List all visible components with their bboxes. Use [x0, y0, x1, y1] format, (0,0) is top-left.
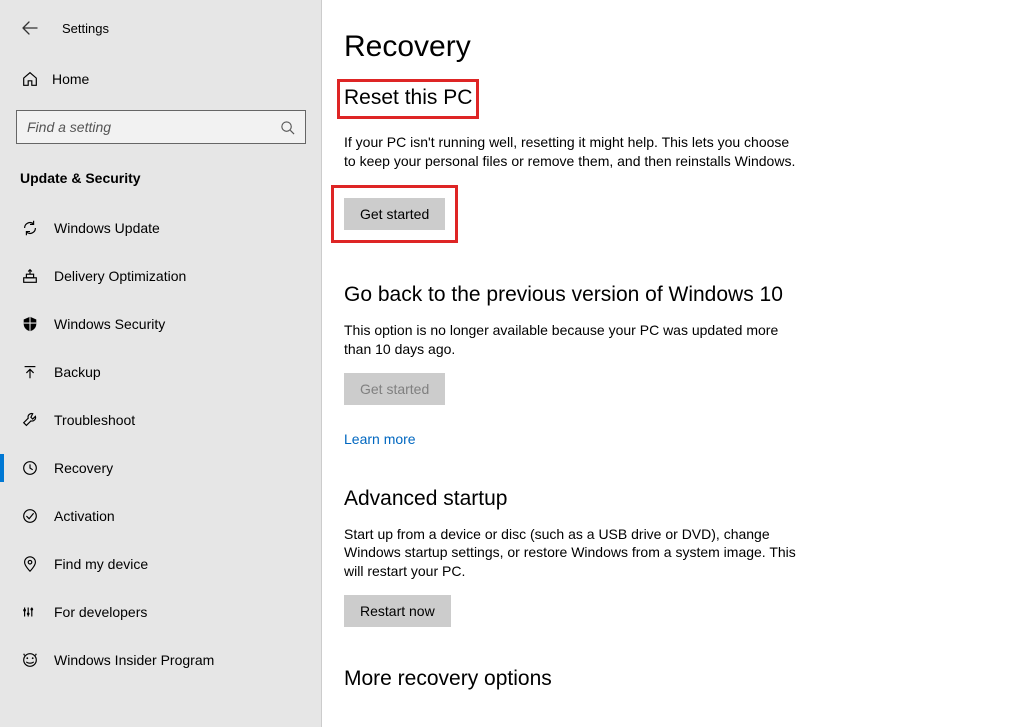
insider-icon	[20, 650, 40, 670]
page-title: Recovery	[344, 30, 1030, 64]
sidebar-item-label: Windows Update	[54, 220, 160, 236]
sidebar-content: Home Update & Security Windows Update Del…	[0, 52, 321, 684]
home-icon	[20, 70, 40, 88]
section-go-back: Go back to the previous version of Windo…	[344, 283, 1030, 447]
goback-section-title: Go back to the previous version of Windo…	[344, 283, 1030, 307]
get-started-button[interactable]: Get started	[344, 198, 445, 230]
sidebar-item-label: Activation	[54, 508, 115, 524]
highlight-get-started: Get started	[331, 185, 458, 243]
sidebar-item-windows-update[interactable]: Windows Update	[0, 204, 321, 252]
troubleshoot-icon	[20, 410, 40, 430]
section-reset-this-pc: Reset this PC If your PC isn't running w…	[344, 82, 1030, 243]
section-advanced-startup: Advanced startup Start up from a device …	[344, 487, 1030, 628]
sidebar-item-backup[interactable]: Backup	[0, 348, 321, 396]
sidebar-item-windows-security[interactable]: Windows Security	[0, 300, 321, 348]
sidebar-item-delivery-optimization[interactable]: Delivery Optimization	[0, 252, 321, 300]
window-header: Settings	[0, 0, 321, 52]
category-title: Update & Security	[20, 170, 305, 186]
sidebar-item-activation[interactable]: Activation	[0, 492, 321, 540]
recovery-icon	[20, 458, 40, 478]
sidebar-item-label: Recovery	[54, 460, 113, 476]
search-input[interactable]	[27, 119, 280, 135]
sidebar: Settings Home Update & Security Windows …	[0, 0, 322, 727]
app-title: Settings	[62, 21, 109, 36]
sidebar-item-label: Troubleshoot	[54, 412, 135, 428]
sidebar-item-windows-insider-program[interactable]: Windows Insider Program	[0, 636, 321, 684]
sidebar-home[interactable]: Home	[16, 62, 305, 96]
reset-section-desc: If your PC isn't running well, resetting…	[344, 133, 804, 171]
sidebar-item-label: Delivery Optimization	[54, 268, 186, 284]
sidebar-item-troubleshoot[interactable]: Troubleshoot	[0, 396, 321, 444]
advanced-section-title: Advanced startup	[344, 487, 1030, 511]
sidebar-item-label: For developers	[54, 604, 147, 620]
more-section-title: More recovery options	[344, 667, 1030, 691]
sidebar-item-for-developers[interactable]: For developers	[0, 588, 321, 636]
sidebar-item-label: Backup	[54, 364, 101, 380]
goback-section-desc: This option is no longer available becau…	[344, 321, 804, 359]
sidebar-item-label: Find my device	[54, 556, 148, 572]
reset-section-title: Reset this PC	[344, 86, 472, 110]
backup-icon	[20, 362, 40, 382]
activation-icon	[20, 506, 40, 526]
developers-icon	[20, 602, 40, 622]
findmydevice-icon	[20, 554, 40, 574]
shield-icon	[20, 314, 40, 334]
nav-list: Windows Update Delivery Optimization Windo…	[0, 204, 321, 684]
search-box[interactable]	[16, 110, 306, 144]
restart-now-button[interactable]: Restart now	[344, 595, 451, 627]
delivery-icon	[20, 266, 40, 286]
section-more-recovery: More recovery options	[344, 667, 1030, 691]
arrow-left-icon	[22, 20, 38, 36]
back-button[interactable]	[20, 18, 40, 38]
search-icon	[280, 120, 295, 135]
sidebar-home-label: Home	[52, 71, 89, 87]
advanced-section-desc: Start up from a device or disc (such as …	[344, 525, 804, 582]
learn-more-link[interactable]: Learn more	[344, 431, 416, 447]
highlight-reset-title: Reset this PC	[337, 79, 479, 119]
sidebar-item-label: Windows Security	[54, 316, 165, 332]
goback-get-started-button: Get started	[344, 373, 445, 405]
sidebar-item-recovery[interactable]: Recovery	[0, 444, 321, 492]
sync-icon	[20, 218, 40, 238]
sidebar-item-label: Windows Insider Program	[54, 652, 214, 668]
main-content: Recovery Reset this PC If your PC isn't …	[322, 0, 1030, 727]
sidebar-item-find-my-device[interactable]: Find my device	[0, 540, 321, 588]
